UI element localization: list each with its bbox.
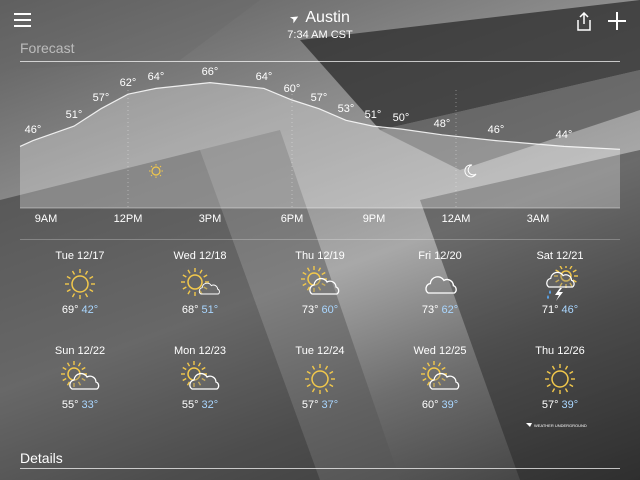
hourly-temp-label: 60° [283,83,301,95]
hour-label: 6PM [280,213,304,225]
divider [20,61,620,62]
high-temp: 55° [61,399,79,411]
high-temp: 55° [181,399,199,411]
hourly-temp-label: 57° [92,91,110,104]
hour-label: 3PM [198,213,222,225]
day-temps: 68° 51° [140,304,260,316]
hourly-temp-label: 53° [337,103,355,116]
divider [20,239,620,240]
day-temps: 57° 37° [260,399,380,411]
day-date: Sun 12/22 [54,345,106,357]
share-icon[interactable] [576,12,592,32]
low-temp: 51° [201,304,219,316]
hourly-temp-label: 62° [119,77,137,90]
high-temp: 73° [421,304,439,316]
mostly-cloudy-icon [181,361,220,390]
day-forecast[interactable]: Tue 12/24 57° 37° [260,345,380,411]
day-date: Tue 12/17 [55,250,105,262]
low-temp: 60° [321,304,339,316]
day-temps: 73° 62° [380,304,500,316]
low-temp: 32° [201,399,219,411]
location-title[interactable]: ➤ Austin [0,9,640,27]
day-date: Fri 12/20 [418,250,462,262]
low-temp: 62° [441,304,459,316]
hourly-chart[interactable]: 46° 51° 57° 62° 64° 66° 64° 60° 57° 53° 51° 50° 48° 4… [0,66,640,240]
low-temp: 33° [81,399,99,411]
weather-underground-logo: WEATHER UNDERGROUND [526,423,587,428]
day-forecast[interactable]: Sat 12/21 71° 46° [500,250,620,316]
mostly-cloudy-icon [301,266,340,295]
day-forecast[interactable]: Sun 12/22 55° 33° [20,345,140,411]
day-forecast[interactable]: Thu 12/26 57° 39° [500,345,620,411]
hourly-temp-label: 44° [555,129,573,142]
hourly-temp-label: 51° [364,109,382,122]
high-temp: 73° [301,304,319,316]
thunderstorm-icon [546,266,578,301]
day-forecast[interactable]: Thu 12/19 73° 60° [260,250,380,316]
add-location-icon[interactable] [608,12,626,30]
day-date: Wed 12/25 [413,345,467,357]
high-temp: 68° [181,304,199,316]
hourly-temp-label: 64° [255,71,273,84]
day-temps: 55° 33° [20,399,140,411]
low-temp: 37° [321,399,339,411]
hour-label: 12PM [113,213,143,225]
hourly-temp-label: 48° [433,117,451,130]
day-forecast[interactable]: Tue 12/17 69° 42° [20,250,140,316]
app-header: ➤ Austin 7:34 AM CST [0,0,640,46]
hourly-temp-label: 46° [487,123,505,136]
day-temps: 71° 46° [500,304,620,316]
hour-label: 9PM [362,213,386,225]
cloud-icon [425,276,457,294]
low-temp: 39° [561,399,579,411]
day-date: Mon 12/23 [174,345,226,357]
day-forecast[interactable]: Wed 12/18 68° 51° [140,250,260,316]
svg-text:WEATHER UNDERGROUND: WEATHER UNDERGROUND [534,423,587,428]
hourly-temp-label: 50° [392,112,410,124]
hour-label: 9AM [34,213,58,225]
low-temp: 42° [81,304,99,316]
hourly-temp-label: 64° [147,71,165,84]
day-forecast[interactable]: Mon 12/23 55° 32° [140,345,260,411]
high-temp: 57° [541,399,559,411]
hour-label: 3AM [526,213,550,225]
low-temp: 46° [561,304,579,316]
hourly-temp-label: 66° [201,65,219,78]
low-temp: 39° [441,399,459,411]
details-heading[interactable]: Details [20,450,63,466]
day-temps: 73° 60° [260,304,380,316]
high-temp: 57° [301,399,319,411]
location-arrow-icon: ➤ [288,11,303,27]
hourly-temp-label: 57° [310,91,328,104]
day-date: Sat 12/21 [536,250,584,262]
day-temps: 60° 39° [380,399,500,411]
hourly-temp-label: 46° [24,123,42,136]
sun-icon [545,364,575,394]
mostly-cloudy-icon [421,361,460,390]
day-temps: 55° 32° [140,399,260,411]
mostly-cloudy-icon [61,361,100,390]
day-temps: 57° 39° [500,399,620,411]
day-date: Wed 12/18 [173,250,227,262]
high-temp: 71° [541,304,559,316]
day-forecast[interactable]: Fri 12/20 73° 62° [380,250,500,316]
divider [20,468,620,469]
hourly-temp-label: 51° [65,109,83,122]
hour-label: 12AM [441,213,471,225]
day-date: Thu 12/26 [535,345,585,357]
day-date: Tue 12/24 [295,345,345,357]
high-temp: 60° [421,399,439,411]
day-date: Thu 12/19 [295,250,345,262]
partly-cloudy-icon [181,268,220,296]
sun-icon [65,269,95,299]
day-forecast[interactable]: Wed 12/25 60° 39° [380,345,500,411]
location-name: Austin [305,9,350,26]
day-temps: 69° 42° [20,304,140,316]
sun-icon [305,364,335,394]
local-time: 7:34 AM CST [287,29,353,41]
forecast-heading: Forecast [20,40,75,56]
high-temp: 69° [61,304,79,316]
